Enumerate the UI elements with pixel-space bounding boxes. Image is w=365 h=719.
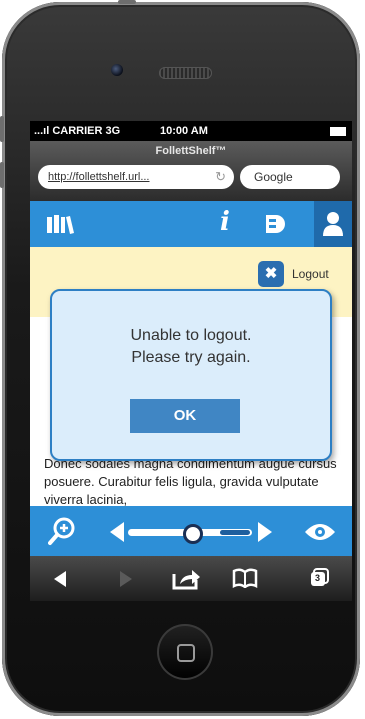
phone-screen: ...ıl CARRIER 3G 10:00 AM FollettShelf™ … [30, 121, 352, 601]
books-icon[interactable] [46, 213, 74, 241]
chevron-left-icon[interactable] [110, 522, 124, 547]
url-field[interactable]: http://follettshelf.url... ↻ [38, 165, 234, 189]
eye-icon[interactable] [304, 522, 336, 547]
zoom-in-icon[interactable] [48, 516, 76, 551]
reload-icon[interactable]: ↻ [215, 165, 226, 189]
bookmarks-icon[interactable] [232, 568, 258, 594]
clock: 10:00 AM [160, 125, 208, 137]
browser-bar: FollettShelf™ http://follettshelf.url...… [30, 141, 352, 201]
close-icon[interactable]: ✖ [258, 261, 284, 287]
share-icon[interactable] [172, 566, 200, 596]
tabs-icon[interactable]: 3 [310, 568, 330, 594]
ringer-switch [118, 0, 136, 4]
dialog-line-1: Unable to logout. [130, 327, 252, 344]
safari-nav-bar: 3 [30, 556, 352, 601]
back-icon[interactable] [54, 570, 68, 593]
zoom-slider-knob[interactable] [183, 524, 203, 544]
error-dialog: Unable to logout. Please try again. OK [50, 289, 332, 461]
status-bar: ...ıl CARRIER 3G 10:00 AM [30, 121, 352, 141]
page-content: Donec sodales magna condimentum augue cu… [44, 456, 337, 507]
earpiece-speaker [159, 67, 212, 79]
carrier-label: ...ıl CARRIER 3G [34, 125, 121, 137]
dialog-message: Unable to logout. Please try again. [52, 325, 330, 369]
audio-icon[interactable] [264, 213, 288, 241]
volume-down-button [0, 162, 4, 188]
dialog-line-2: Please try again. [131, 349, 251, 366]
search-field[interactable]: Google [240, 165, 340, 189]
app-toolbar: i [30, 201, 352, 247]
page-title: FollettShelf™ [155, 145, 227, 157]
tab-count: 3 [315, 573, 321, 583]
forward-icon[interactable] [118, 570, 132, 593]
logout-link[interactable]: Logout [292, 267, 329, 281]
home-square-icon [177, 644, 195, 662]
chevron-right-icon[interactable] [258, 522, 272, 547]
ok-button[interactable]: OK [130, 399, 240, 433]
volume-up-button [0, 116, 4, 142]
url-text: http://follettshelf.url... [48, 171, 150, 183]
zoom-slider-remaining [220, 530, 250, 535]
front-camera [111, 64, 123, 76]
zoom-bar [30, 506, 352, 556]
user-icon[interactable] [314, 201, 352, 247]
battery-icon [330, 127, 346, 136]
info-icon[interactable]: i [220, 207, 230, 237]
